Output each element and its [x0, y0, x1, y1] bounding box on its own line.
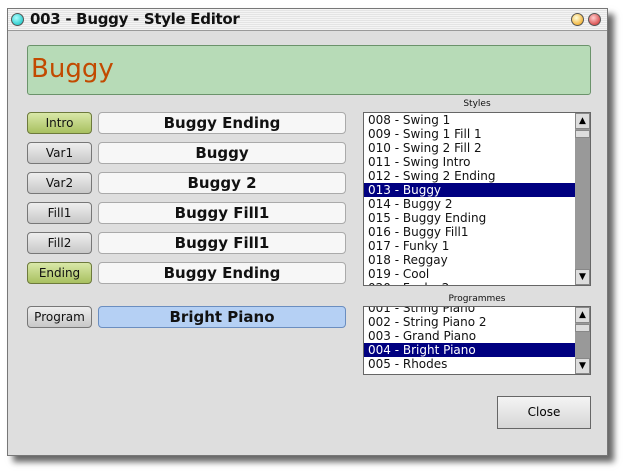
title-bar[interactable]: 003 - Buggy - Style Editor [8, 9, 607, 31]
part-button-intro[interactable]: Intro [27, 112, 92, 134]
list-item[interactable]: 020 - Funky 2 [364, 281, 575, 285]
style-name-field[interactable]: Buggy [27, 45, 591, 95]
scroll-down-icon[interactable]: ▼ [575, 269, 590, 285]
part-value-fill1[interactable]: Buggy Fill1 [98, 202, 346, 224]
list-item[interactable]: 016 - Buggy Fill1 [364, 225, 575, 239]
scroll-down-icon[interactable]: ▼ [575, 358, 590, 374]
part-value-var2[interactable]: Buggy 2 [98, 172, 346, 194]
list-item[interactable]: 001 - String Piano [364, 307, 575, 315]
list-item[interactable]: 018 - Reggay [364, 253, 575, 267]
list-item[interactable]: 002 - String Piano 2 [364, 315, 575, 329]
programmes-label: Programmes [448, 294, 506, 304]
list-item[interactable]: 015 - Buggy Ending [364, 211, 575, 225]
list-item[interactable]: 008 - Swing 1 [364, 113, 575, 127]
list-item[interactable]: 014 - Buggy 2 [364, 197, 575, 211]
list-item[interactable]: 012 - Swing 2 Ending [364, 169, 575, 183]
list-item[interactable]: 003 - Grand Piano [364, 329, 575, 343]
styles-label: Styles [463, 99, 491, 109]
scroll-thumb[interactable] [575, 324, 590, 332]
styles-scrollbar[interactable]: ▲ ▼ [575, 113, 590, 285]
list-item[interactable]: 011 - Swing Intro [364, 155, 575, 169]
part-value-intro[interactable]: Buggy Ending [98, 112, 346, 134]
scroll-up-icon[interactable]: ▲ [575, 307, 590, 323]
list-item[interactable]: 017 - Funky 1 [364, 239, 575, 253]
close-window-icon[interactable] [588, 13, 601, 26]
part-button-ending[interactable]: Ending [27, 262, 92, 284]
programmes-list[interactable]: 001 - String Piano 002 - String Piano 2 00… [363, 306, 591, 375]
window-title: 003 - Buggy - Style Editor [30, 10, 240, 28]
part-button-fill2[interactable]: Fill2 [27, 232, 92, 254]
scroll-up-icon[interactable]: ▲ [575, 113, 590, 129]
minimize-icon[interactable] [571, 13, 584, 26]
style-editor-window: 003 - Buggy - Style Editor Buggy Intro B… [7, 8, 608, 456]
part-value-var1[interactable]: Buggy [98, 142, 346, 164]
part-button-var1[interactable]: Var1 [27, 142, 92, 164]
program-value[interactable]: Bright Piano [98, 306, 346, 328]
list-item[interactable]: 004 - Bright Piano [364, 343, 575, 357]
programmes-scrollbar[interactable]: ▲ ▼ [575, 307, 590, 374]
list-item[interactable]: 010 - Swing 2 Fill 2 [364, 141, 575, 155]
part-value-fill2[interactable]: Buggy Fill1 [98, 232, 346, 254]
close-button[interactable]: Close [497, 396, 591, 429]
scroll-thumb[interactable] [575, 130, 590, 138]
list-item[interactable]: 009 - Swing 1 Fill 1 [364, 127, 575, 141]
list-item[interactable]: 019 - Cool [364, 267, 575, 281]
part-button-fill1[interactable]: Fill1 [27, 202, 92, 224]
program-button[interactable]: Program [27, 306, 92, 328]
list-item[interactable]: 013 - Buggy [364, 183, 575, 197]
window-menu-icon[interactable] [11, 13, 24, 26]
part-value-ending[interactable]: Buggy Ending [98, 262, 346, 284]
part-button-var2[interactable]: Var2 [27, 172, 92, 194]
styles-list[interactable]: 008 - Swing 1 009 - Swing 1 Fill 1 010 - S… [363, 112, 591, 286]
list-item[interactable]: 005 - Rhodes [364, 357, 575, 371]
